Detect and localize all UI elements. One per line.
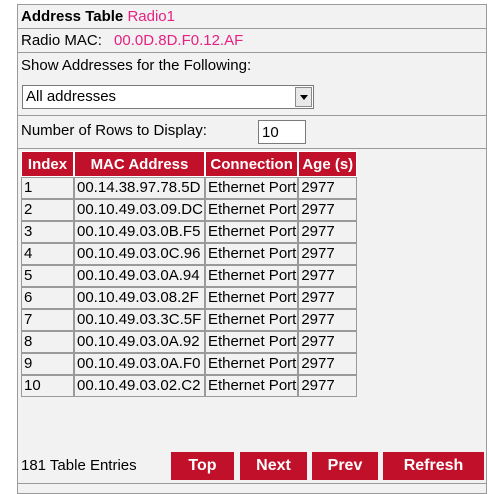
cell-connection: Ethernet Port <box>204 375 299 397</box>
divider <box>18 115 486 116</box>
page-title: Address Table Radio1 <box>18 5 486 29</box>
cell-age: 2977 <box>298 287 358 309</box>
cell-age: 2977 <box>298 353 358 375</box>
cell-mac-address: 00.10.49.03.08.2F <box>74 287 205 309</box>
cell-index: 5 <box>21 265 74 287</box>
cell-index: 6 <box>21 287 74 309</box>
cell-connection: Ethernet Port <box>204 199 299 221</box>
table-row: 7 00.10.49.03.3C.5F Ethernet Port 2977 <box>21 309 358 331</box>
address-table: Index MAC Address Connection Age (s) 1 00… <box>21 151 358 397</box>
table-row: 10 00.10.49.03.02.C2 Ethernet Port 2977 <box>21 375 358 397</box>
cell-index: 3 <box>21 221 74 243</box>
column-header-connection: Connection <box>204 151 299 177</box>
cell-mac-address: 00.10.49.03.0C.96 <box>74 243 205 265</box>
cell-mac-address: 00.10.49.03.0A.92 <box>74 331 205 353</box>
cell-connection: Ethernet Port <box>204 287 299 309</box>
refresh-button[interactable]: Refresh <box>383 452 484 480</box>
cell-connection: Ethernet Port <box>204 265 299 287</box>
cell-age: 2977 <box>298 221 358 243</box>
radio-mac-label: Radio MAC: <box>21 32 102 49</box>
cell-mac-address: 00.10.49.03.0B.F5 <box>74 221 205 243</box>
title-text: Address Table <box>21 8 124 25</box>
cell-index: 7 <box>21 309 74 331</box>
cell-mac-address: 00.10.49.03.3C.5F <box>74 309 205 331</box>
cell-mac-address: 00.10.49.03.0A.F0 <box>74 353 205 375</box>
cell-index: 4 <box>21 243 74 265</box>
cell-age: 2977 <box>298 331 358 353</box>
table-row: 3 00.10.49.03.0B.F5 Ethernet Port 2977 <box>21 221 358 243</box>
radio-mac-line: Radio MAC: 00.0D.8D.F0.12.AF <box>18 29 486 53</box>
table-row: 2 00.10.49.03.09.DC Ethernet Port 2977 <box>21 199 358 221</box>
cell-connection: Ethernet Port <box>204 221 299 243</box>
table-row: 6 00.10.49.03.08.2F Ethernet Port 2977 <box>21 287 358 309</box>
filter-label: Show Addresses for the Following: <box>18 53 486 84</box>
radio-mac-value: 00.0D.8D.F0.12.AF <box>114 32 244 49</box>
cell-age: 2977 <box>298 375 358 397</box>
table-header-row: Index MAC Address Connection Age (s) <box>21 151 358 177</box>
cell-index: 9 <box>21 353 74 375</box>
cell-mac-address: 00.10.49.03.02.C2 <box>74 375 205 397</box>
column-header-index: Index <box>21 151 74 177</box>
cell-age: 2977 <box>298 243 358 265</box>
address-filter-select[interactable]: All addresses <box>22 85 314 109</box>
cell-connection: Ethernet Port <box>204 177 299 199</box>
cell-connection: Ethernet Port <box>204 353 299 375</box>
address-table-panel: Address Table Radio1 Radio MAC: 00.0D.8D… <box>17 4 487 494</box>
prev-button[interactable]: Prev <box>312 452 378 480</box>
address-filter-selected: All addresses <box>26 88 117 105</box>
rows-to-display-label: Number of Rows to Display: <box>21 122 207 139</box>
table-row: 4 00.10.49.03.0C.96 Ethernet Port 2977 <box>21 243 358 265</box>
divider <box>18 148 486 149</box>
next-button[interactable]: Next <box>240 452 307 480</box>
table-row: 9 00.10.49.03.0A.F0 Ethernet Port 2977 <box>21 353 358 375</box>
cell-mac-address: 00.10.49.03.09.DC <box>74 199 205 221</box>
rows-to-display-input[interactable] <box>258 120 306 144</box>
table-row: 1 00.14.38.97.78.5D Ethernet Port 2977 <box>21 177 358 199</box>
cell-age: 2977 <box>298 177 358 199</box>
cell-age: 2977 <box>298 309 358 331</box>
cell-age: 2977 <box>298 265 358 287</box>
column-header-mac-address: MAC Address <box>74 151 205 177</box>
cell-age: 2977 <box>298 199 358 221</box>
column-header-age: Age (s) <box>298 151 358 177</box>
cell-index: 1 <box>21 177 74 199</box>
cell-index: 8 <box>21 331 74 353</box>
radio-name: Radio1 <box>127 8 175 25</box>
divider <box>18 483 486 484</box>
top-button[interactable]: Top <box>171 452 234 480</box>
cell-connection: Ethernet Port <box>204 331 299 353</box>
table-row: 8 00.10.49.03.0A.92 Ethernet Port 2977 <box>21 331 358 353</box>
cell-connection: Ethernet Port <box>204 243 299 265</box>
cell-mac-address: 00.14.38.97.78.5D <box>74 177 205 199</box>
chevron-down-icon[interactable] <box>295 87 312 107</box>
table-row: 5 00.10.49.03.0A.94 Ethernet Port 2977 <box>21 265 358 287</box>
table-entries-count: 181 Table Entries <box>21 457 137 474</box>
cell-index: 10 <box>21 375 74 397</box>
cell-connection: Ethernet Port <box>204 309 299 331</box>
cell-mac-address: 00.10.49.03.0A.94 <box>74 265 205 287</box>
cell-index: 2 <box>21 199 74 221</box>
